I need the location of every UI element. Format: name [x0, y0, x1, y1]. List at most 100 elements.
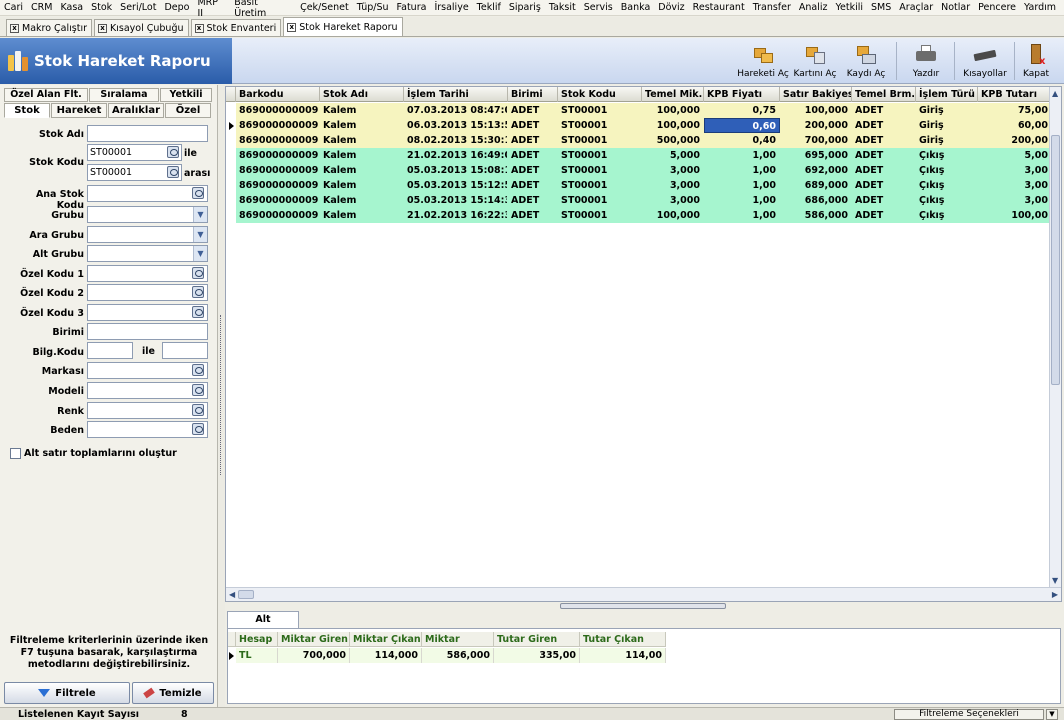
table-row[interactable]: 8690000000098 Kalem 06.03.2013 15:13:56 ADE…	[226, 118, 1052, 133]
totals-column-header[interactable]: Tutar Giren	[494, 632, 580, 647]
totals-column-header[interactable]: Tutar Çıkan	[580, 632, 666, 647]
table-row[interactable]: 8690000000098 Kalem 21.02.2013 16:22:35 ADE…	[226, 208, 1052, 223]
lookup-icon[interactable]	[167, 166, 179, 178]
table-cell[interactable]: 8690000000098	[236, 148, 320, 163]
table-row[interactable]: 8690000000098 Kalem 05.03.2013 15:12:57 ADE…	[226, 178, 1052, 193]
open-record-button[interactable]: Kaydı Aç	[844, 40, 888, 82]
table-cell[interactable]: Kalem	[320, 193, 404, 208]
table-cell[interactable]: 8690000000098	[236, 133, 320, 148]
table-cell[interactable]: ST00001	[558, 193, 642, 208]
table-cell[interactable]: 100,000	[642, 208, 704, 223]
bilg-kodu-to-input[interactable]	[162, 342, 208, 359]
menu-item[interactable]: Tüp/Su	[357, 2, 389, 13]
totals-cell[interactable]: 114,000	[350, 648, 422, 663]
renk-input[interactable]	[87, 402, 208, 419]
column-header[interactable]: Stok Kodu	[558, 87, 642, 102]
bilg-kodu-from-input[interactable]	[87, 342, 133, 359]
table-cell[interactable]: ADET	[852, 193, 916, 208]
table-cell[interactable]: 8690000000098	[236, 103, 320, 118]
shortcuts-button[interactable]: Kısayollar	[960, 40, 1010, 82]
table-cell[interactable]: 3,000	[642, 178, 704, 193]
table-cell[interactable]: ST00001	[558, 178, 642, 193]
table-cell[interactable]: ADET	[508, 208, 558, 223]
table-cell[interactable]: 1,00	[704, 193, 780, 208]
menu-item[interactable]: Stok	[91, 2, 112, 13]
markasi-input[interactable]	[87, 362, 208, 379]
table-cell[interactable]: 200,000	[780, 118, 852, 133]
table-cell[interactable]: Çıkış	[916, 163, 978, 178]
tab-hareket[interactable]: Hareket	[51, 103, 107, 118]
column-header[interactable]: Satır Bakiyesi	[780, 87, 852, 102]
totals-column-header[interactable]: Hesap	[236, 632, 278, 647]
table-cell[interactable]: 05.03.2013 15:08:18	[404, 163, 508, 178]
lookup-icon[interactable]	[167, 146, 179, 158]
scroll-down-icon[interactable]: ▼	[1052, 576, 1058, 585]
lookup-icon[interactable]	[192, 404, 204, 416]
ozel-kodu-1-input[interactable]	[87, 265, 208, 282]
tab-makro-calistir[interactable]: x Makro Çalıştır	[6, 19, 93, 36]
open-movement-button[interactable]: Hareketi Aç	[736, 40, 790, 82]
birimi-input[interactable]	[87, 323, 208, 340]
table-cell[interactable]: Giriş	[916, 103, 978, 118]
table-cell[interactable]: 1,00	[704, 148, 780, 163]
menu-item[interactable]: Döviz	[658, 2, 684, 13]
table-cell[interactable]: 08.02.2013 15:30:11	[404, 133, 508, 148]
tab-yetkili[interactable]: Yetkili	[160, 88, 212, 102]
table-cell[interactable]: Çıkış	[916, 208, 978, 223]
lookup-icon[interactable]	[192, 306, 204, 318]
close-icon[interactable]: x	[287, 22, 297, 32]
table-cell[interactable]: 3,00	[978, 193, 1052, 208]
table-cell[interactable]: 1,00	[704, 178, 780, 193]
print-button[interactable]: Yazdır	[904, 40, 948, 82]
table-cell[interactable]: 8690000000098	[236, 208, 320, 223]
table-row[interactable]: 8690000000098 Kalem 08.02.2013 15:30:11 ADE…	[226, 133, 1052, 148]
totals-cell[interactable]: 700,000	[278, 648, 350, 663]
table-cell[interactable]: ADET	[508, 163, 558, 178]
vertical-scrollbar[interactable]: ▲ ▼	[1049, 87, 1061, 587]
table-cell[interactable]: 3,000	[642, 163, 704, 178]
lookup-icon[interactable]	[192, 267, 204, 279]
table-cell[interactable]: 5,00	[978, 148, 1052, 163]
panel-splitter[interactable]	[218, 85, 225, 707]
table-cell[interactable]: ADET	[852, 118, 916, 133]
menu-item[interactable]: Teklif	[477, 2, 501, 13]
table-cell[interactable]: 695,000	[780, 148, 852, 163]
table-cell[interactable]: 700,000	[780, 133, 852, 148]
menu-item[interactable]: Banka	[621, 2, 651, 13]
column-header[interactable]: Barkodu	[236, 87, 320, 102]
stok-adi-input[interactable]	[87, 125, 208, 142]
table-cell[interactable]: 586,000	[780, 208, 852, 223]
tab-stok[interactable]: Stok	[4, 103, 50, 118]
table-cell[interactable]: 3,00	[978, 163, 1052, 178]
lookup-icon[interactable]	[192, 423, 204, 435]
table-cell[interactable]: ST00001	[558, 163, 642, 178]
table-cell[interactable]: ST00001	[558, 133, 642, 148]
scroll-thumb[interactable]	[238, 590, 254, 599]
chevron-down-icon[interactable]: ▼	[193, 227, 207, 242]
table-cell[interactable]: Kalem	[320, 133, 404, 148]
menu-item[interactable]: Yardım	[1024, 2, 1056, 13]
table-cell[interactable]: ADET	[508, 133, 558, 148]
table-cell[interactable]: 21.02.2013 16:49:01	[404, 148, 508, 163]
tab-stok-hareket-raporu[interactable]: x Stok Hareket Raporu	[283, 17, 403, 36]
tab-kisayol-cubugu[interactable]: x Kısayol Çubuğu	[94, 19, 189, 36]
table-cell[interactable]: Kalem	[320, 103, 404, 118]
chevron-down-icon[interactable]: ▼	[193, 246, 207, 261]
column-header[interactable]: İşlem Türü	[916, 87, 978, 102]
table-cell[interactable]: ADET	[852, 178, 916, 193]
filter-options-button[interactable]: Filtreleme Seçenekleri	[894, 709, 1044, 720]
table-cell[interactable]: ADET	[852, 103, 916, 118]
tab-ozel[interactable]: Özel	[165, 103, 211, 118]
menu-item[interactable]: Depo	[164, 2, 189, 13]
table-cell[interactable]: 8690000000098	[236, 178, 320, 193]
menu-item[interactable]: Notlar	[941, 2, 970, 13]
totals-column-header[interactable]: Miktar Kalan	[422, 632, 494, 660]
totals-cell[interactable]: 114,00	[580, 648, 666, 663]
table-cell[interactable]: 500,000	[642, 133, 704, 148]
tab-ozel-alan-flt[interactable]: Özel Alan Flt.	[4, 88, 88, 102]
table-cell[interactable]: 1,00	[704, 208, 780, 223]
table-cell[interactable]: 3,000	[642, 193, 704, 208]
scroll-left-icon[interactable]: ◀	[229, 590, 235, 599]
scroll-up-icon[interactable]: ▲	[1052, 89, 1058, 98]
totals-column-header[interactable]: Miktar Giren	[278, 632, 350, 647]
